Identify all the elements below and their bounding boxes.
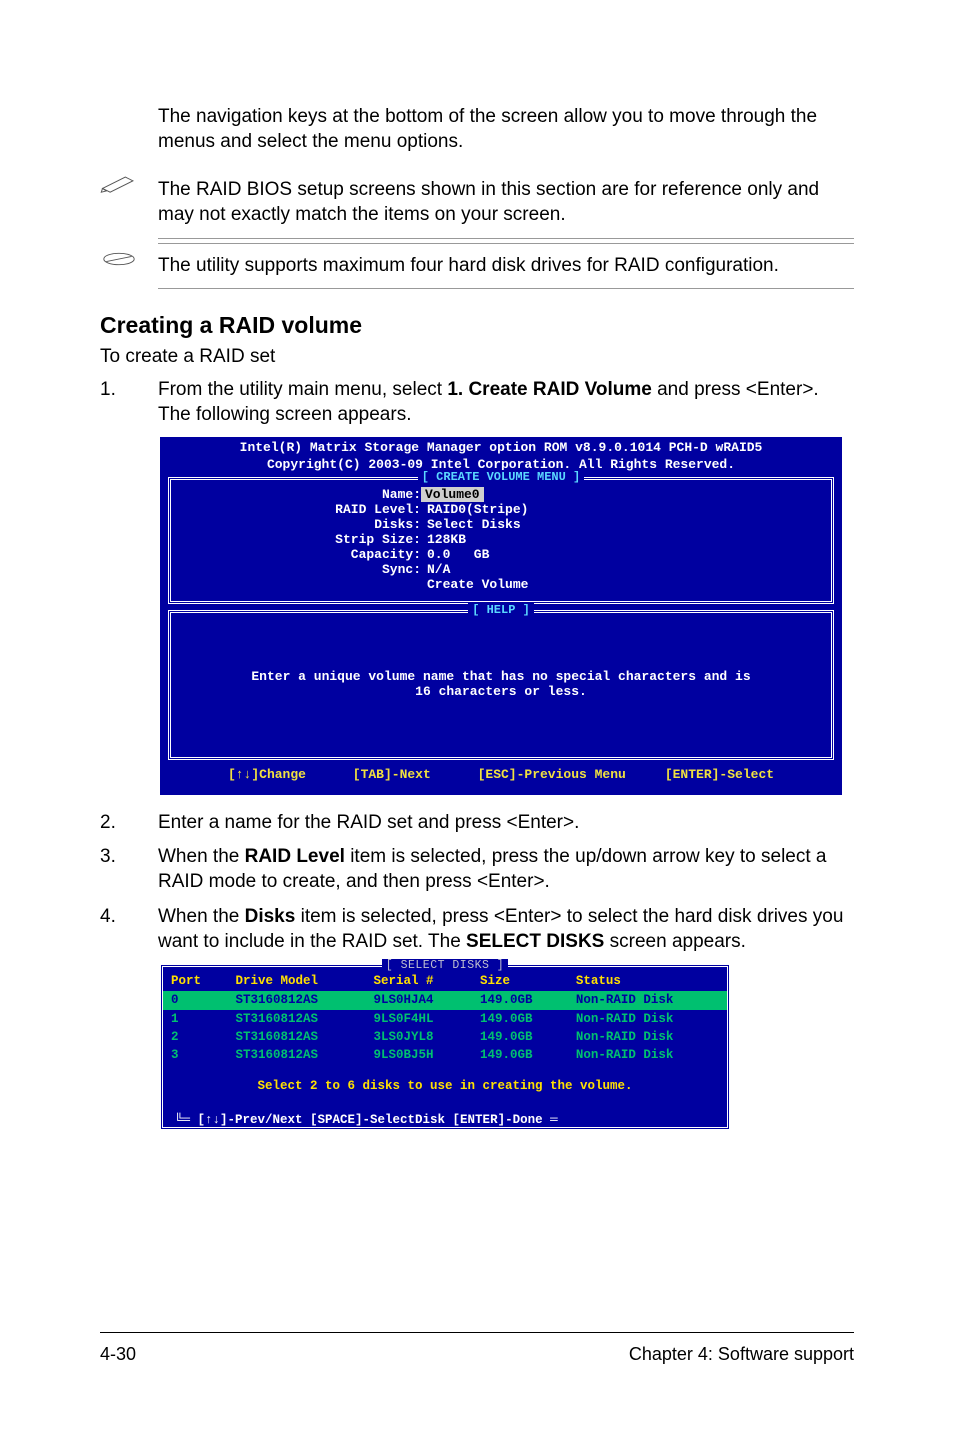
col-port: Port xyxy=(163,971,227,991)
step-number: 4. xyxy=(100,905,158,954)
col-serial: Serial # xyxy=(365,971,471,991)
table-header-row: Port Drive Model Serial # Size Status xyxy=(163,971,727,991)
bios-create-volume-screenshot: Intel(R) Matrix Storage Manager option R… xyxy=(160,437,842,794)
col-size: Size xyxy=(472,971,568,991)
step-1: From the utility main menu, select 1. Cr… xyxy=(158,378,854,427)
step-number: 2. xyxy=(100,811,158,836)
cell-serial: 3LS0JYL8 xyxy=(365,1028,471,1046)
step-4-text-a: When the xyxy=(158,906,245,927)
select-disks-nav-text: [↑↓]-Prev/Next [SPACE]-SelectDisk [ENTER… xyxy=(198,1113,543,1127)
cell-size: 149.0GB xyxy=(472,1010,568,1028)
col-status: Status xyxy=(568,971,727,991)
note-2: The utility supports maximum four hard d… xyxy=(158,243,854,290)
label-raid-level: RAID Level: xyxy=(181,503,421,518)
cell-model: ST3160812AS xyxy=(227,1010,365,1028)
value-name[interactable]: Volume0 xyxy=(421,487,484,502)
help-box: [ HELP ] Enter a unique volume name that… xyxy=(168,610,834,760)
page-number: 4-30 xyxy=(100,1343,136,1366)
notes-block: The RAID BIOS setup screens shown in thi… xyxy=(100,168,854,289)
cell-port: 3 xyxy=(163,1046,227,1064)
step-3: When the RAID Level item is selected, pr… xyxy=(158,845,854,894)
step-3-text-a: When the xyxy=(158,846,245,867)
cell-serial: 9LS0F4HL xyxy=(365,1010,471,1028)
cell-serial: 9LS0BJ5H xyxy=(365,1046,471,1064)
value-capacity[interactable]: 0.0 GB xyxy=(421,547,489,562)
page-footer: 4-30 Chapter 4: Software support xyxy=(100,1332,854,1366)
label-strip-size: Strip Size: xyxy=(181,533,421,548)
label-disks: Disks: xyxy=(181,518,421,533)
chapter-label: Chapter 4: Software support xyxy=(629,1343,854,1366)
create-volume-title: [ CREATE VOLUME MENU ] xyxy=(418,470,584,484)
step-number: 1. xyxy=(100,378,158,427)
step-2: Enter a name for the RAID set and press … xyxy=(158,811,854,836)
value-sync[interactable]: N/A xyxy=(421,562,450,577)
pencil-icon xyxy=(100,243,144,279)
cell-model: ST3160812AS xyxy=(227,991,365,1009)
step-1-bold: 1. Create RAID Volume xyxy=(447,379,651,400)
cell-port: 1 xyxy=(163,1010,227,1028)
cell-serial: 9LS0HJA4 xyxy=(365,991,471,1009)
step-4-text-c: screen appears. xyxy=(604,931,746,952)
table-row[interactable]: 2 ST3160812AS 3LS0JYL8 149.0GB Non-RAID … xyxy=(163,1028,727,1046)
step-3-bold: RAID Level xyxy=(245,846,345,867)
table-row[interactable]: 0 ST3160812AS 9LS0HJA4 149.0GB Non-RAID … xyxy=(163,991,727,1009)
cell-status: Non-RAID Disk xyxy=(568,1028,727,1046)
select-disks-title: [ SELECT DISKS ] xyxy=(382,959,508,972)
select-disks-nav: ╚═ [↑↓]-Prev/Next [SPACE]-SelectDisk [EN… xyxy=(163,1112,727,1132)
disks-table: Port Drive Model Serial # Size Status 0 … xyxy=(163,971,727,1064)
note-1: The RAID BIOS setup screens shown in thi… xyxy=(158,168,854,238)
bios-nav-keys: [↑↓]Change [TAB]-Next [ESC]-Previous Men… xyxy=(160,766,842,791)
help-line1: Enter a unique volume name that has no s… xyxy=(181,670,821,685)
help-line2: 16 characters or less. xyxy=(181,685,821,700)
cell-status: Non-RAID Disk xyxy=(568,1046,727,1064)
create-volume-menu-box: [ CREATE VOLUME MENU ] Name:Volume0 RAID… xyxy=(168,477,834,604)
cell-port: 0 xyxy=(163,991,227,1009)
create-volume-action[interactable]: Create Volume xyxy=(421,577,528,592)
value-strip-size[interactable]: 128KB xyxy=(421,532,466,547)
select-disks-message: Select 2 to 6 disks to use in creating t… xyxy=(163,1064,727,1106)
section-subtitle: To create a RAID set xyxy=(100,345,854,370)
cell-status: Non-RAID Disk xyxy=(568,1010,727,1028)
cell-port: 2 xyxy=(163,1028,227,1046)
cell-size: 149.0GB xyxy=(472,991,568,1009)
intro-paragraph: The navigation keys at the bottom of the… xyxy=(100,105,854,154)
cell-size: 149.0GB xyxy=(472,1046,568,1064)
bios-header-line1: Intel(R) Matrix Storage Manager option R… xyxy=(160,437,842,458)
step-4: When the Disks item is selected, press <… xyxy=(158,905,854,954)
step-number: 3. xyxy=(100,845,158,894)
step-1-text-a: From the utility main menu, select xyxy=(158,379,447,400)
step-4-bold-1: Disks xyxy=(245,906,296,927)
table-row[interactable]: 1 ST3160812AS 9LS0F4HL 149.0GB Non-RAID … xyxy=(163,1010,727,1028)
select-disks-screenshot: [ SELECT DISKS ] Port Drive Model Serial… xyxy=(160,964,730,1130)
value-disks[interactable]: Select Disks xyxy=(421,517,521,532)
label-name: Name: xyxy=(181,488,421,503)
cell-status: Non-RAID Disk xyxy=(568,991,727,1009)
label-sync: Sync: xyxy=(181,563,421,578)
cell-model: ST3160812AS xyxy=(227,1046,365,1064)
pencil-icon xyxy=(100,168,144,204)
step-4-bold-2: SELECT DISKS xyxy=(466,931,604,952)
table-row[interactable]: 3 ST3160812AS 9LS0BJ5H 149.0GB Non-RAID … xyxy=(163,1046,727,1064)
label-capacity: Capacity: xyxy=(181,548,421,563)
help-title: [ HELP ] xyxy=(468,603,534,617)
col-drive-model: Drive Model xyxy=(227,971,365,991)
section-heading: Creating a RAID volume xyxy=(100,311,854,341)
cell-model: ST3160812AS xyxy=(227,1028,365,1046)
value-raid-level[interactable]: RAID0(Stripe) xyxy=(421,502,528,517)
cell-size: 149.0GB xyxy=(472,1028,568,1046)
